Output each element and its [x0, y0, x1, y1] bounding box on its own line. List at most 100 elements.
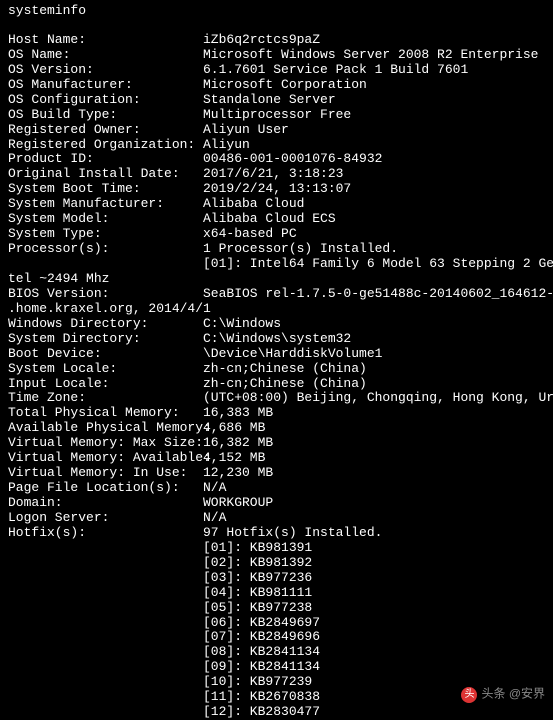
- info-label: System Model:: [8, 212, 203, 227]
- info-label: OS Name:: [8, 48, 203, 63]
- hotfix-row: [01]: KB981391: [8, 541, 545, 556]
- info-label: Virtual Memory: Available:: [8, 451, 203, 466]
- empty-label: [8, 705, 203, 720]
- hotfix-row: [07]: KB2849696: [8, 630, 545, 645]
- info-label: System Boot Time:: [8, 182, 203, 197]
- hotfix-row: [05]: KB977238: [8, 601, 545, 616]
- info-value: x64-based PC: [203, 227, 545, 242]
- info-row: OS Manufacturer:Microsoft Corporation: [8, 78, 545, 93]
- empty-label: [8, 586, 203, 601]
- info-row: OS Configuration:Standalone Server: [8, 93, 545, 108]
- info-row: System Type:x64-based PC: [8, 227, 545, 242]
- info-label: Available Physical Memory:: [8, 421, 203, 436]
- tel-text: tel ~2494 Mhz: [8, 272, 109, 287]
- watermark: 头头条 @安界: [461, 687, 545, 703]
- info-row: Processor(s):1 Processor(s) Installed.: [8, 242, 545, 257]
- info-value: C:\Windows: [203, 317, 545, 332]
- info-row: System Model:Alibaba Cloud ECS: [8, 212, 545, 227]
- info-label: System Type:: [8, 227, 203, 242]
- hotfix-row: [06]: KB2849697: [8, 616, 545, 631]
- info-value: 4,152 MB: [203, 451, 545, 466]
- info-row: System Boot Time:2019/2/24, 13:13:07: [8, 182, 545, 197]
- hotfix-value: [06]: KB2849697: [203, 616, 545, 631]
- info-row: System Manufacturer:Alibaba Cloud: [8, 197, 545, 212]
- info-value: Microsoft Corporation: [203, 78, 545, 93]
- info-row: Registered Organization:Aliyun: [8, 138, 545, 153]
- systeminfo-block-3: Windows Directory:C:\WindowsSystem Direc…: [8, 317, 545, 541]
- info-label: OS Version:: [8, 63, 203, 78]
- hotfix-row: [12]: KB2830477: [8, 705, 545, 720]
- info-label: Input Locale:: [8, 377, 203, 392]
- info-value: zh-cn;Chinese (China): [203, 377, 545, 392]
- empty-label: [8, 556, 203, 571]
- info-value: Alibaba Cloud ECS: [203, 212, 545, 227]
- info-row: Hotfix(s):97 Hotfix(s) Installed.: [8, 526, 545, 541]
- info-label: Time Zone:: [8, 391, 203, 406]
- info-row: Time Zone:(UTC+08:00) Beijing, Chongqing…: [8, 391, 545, 406]
- empty-label: [8, 571, 203, 586]
- info-label: Virtual Memory: Max Size:: [8, 436, 203, 451]
- empty-label: [8, 630, 203, 645]
- info-label: System Locale:: [8, 362, 203, 377]
- tel-line: tel ~2494 Mhz: [8, 272, 545, 287]
- info-value: 16,382 MB: [203, 436, 545, 451]
- processor-detail-row: [01]: Intel64 Family 6 Model 63 Stepping…: [8, 257, 545, 272]
- empty-label: [8, 257, 203, 272]
- info-row: Product ID:00486-001-0001076-84932: [8, 152, 545, 167]
- empty-label: [8, 601, 203, 616]
- systeminfo-block-1: Host Name:iZb6q2rctcs9paZOS Name:Microso…: [8, 33, 545, 257]
- info-label: Total Physical Memory:: [8, 406, 203, 421]
- info-label: Domain:: [8, 496, 203, 511]
- info-value: Alibaba Cloud: [203, 197, 545, 212]
- info-label: OS Manufacturer:: [8, 78, 203, 93]
- info-value: zh-cn;Chinese (China): [203, 362, 545, 377]
- watermark-prefix: 头条: [481, 686, 505, 700]
- info-row: Logon Server:N/A: [8, 511, 545, 526]
- toutiao-icon: 头: [461, 687, 477, 703]
- info-label: Original Install Date:: [8, 167, 203, 182]
- info-row: Boot Device:\Device\HarddiskVolume1: [8, 347, 545, 362]
- info-row: Host Name:iZb6q2rctcs9paZ: [8, 33, 545, 48]
- info-row: BIOS Version:SeaBIOS rel-1.7.5-0-ge51488…: [8, 287, 545, 302]
- info-value: WORKGROUP: [203, 496, 545, 511]
- info-value: 6.1.7601 Service Pack 1 Build 7601: [203, 63, 545, 78]
- info-value: N/A: [203, 481, 545, 496]
- empty-label: [8, 645, 203, 660]
- hotfix-row: [04]: KB981111: [8, 586, 545, 601]
- hotfix-row: [03]: KB977236: [8, 571, 545, 586]
- empty-label: [8, 660, 203, 675]
- info-label: Registered Organization:: [8, 138, 203, 153]
- info-row: Page File Location(s):N/A: [8, 481, 545, 496]
- info-row: System Directory:C:\Windows\system32: [8, 332, 545, 347]
- info-row: Virtual Memory: In Use:12,230 MB: [8, 466, 545, 481]
- info-label: Boot Device:: [8, 347, 203, 362]
- info-label: System Directory:: [8, 332, 203, 347]
- info-row: Original Install Date:2017/6/21, 3:18:23: [8, 167, 545, 182]
- info-row: Available Physical Memory:4,686 MB: [8, 421, 545, 436]
- info-label: Windows Directory:: [8, 317, 203, 332]
- info-row: Input Locale:zh-cn;Chinese (China): [8, 377, 545, 392]
- info-label: Hotfix(s):: [8, 526, 203, 541]
- info-label: Host Name:: [8, 33, 203, 48]
- info-value: Microsoft Windows Server 2008 R2 Enterpr…: [203, 48, 545, 63]
- info-value: iZb6q2rctcs9paZ: [203, 33, 545, 48]
- info-value: Multiprocessor Free: [203, 108, 545, 123]
- hotfix-value: [04]: KB981111: [203, 586, 545, 601]
- info-label: Processor(s):: [8, 242, 203, 257]
- info-label: Virtual Memory: In Use:: [8, 466, 203, 481]
- empty-label: [8, 690, 203, 705]
- info-row: Registered Owner:Aliyun User: [8, 123, 545, 138]
- hotfix-value: [05]: KB977238: [203, 601, 545, 616]
- info-label: System Manufacturer:: [8, 197, 203, 212]
- info-row: Virtual Memory: Max Size:16,382 MB: [8, 436, 545, 451]
- info-value: SeaBIOS rel-1.7.5-0-ge51488c-20140602_16…: [203, 287, 553, 302]
- info-label: Logon Server:: [8, 511, 203, 526]
- info-value: 2017/6/21, 3:18:23: [203, 167, 545, 182]
- hotfix-value: [02]: KB981392: [203, 556, 545, 571]
- info-row: OS Name:Microsoft Windows Server 2008 R2…: [8, 48, 545, 63]
- info-value: 97 Hotfix(s) Installed.: [203, 526, 545, 541]
- info-value: Aliyun: [203, 138, 545, 153]
- empty-label: [8, 541, 203, 556]
- info-label: OS Build Type:: [8, 108, 203, 123]
- command-line: systeminfo: [8, 4, 545, 19]
